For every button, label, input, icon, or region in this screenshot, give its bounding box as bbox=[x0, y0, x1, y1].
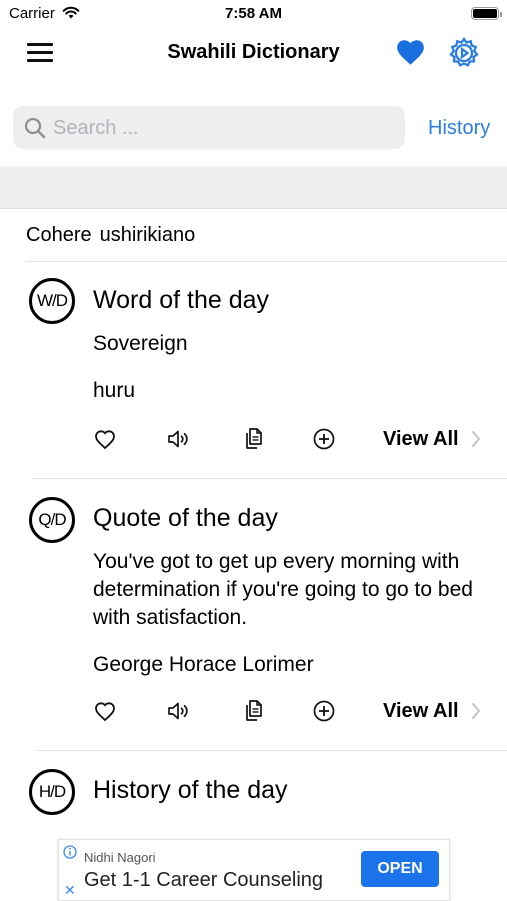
clock: 7:58 AM bbox=[225, 5, 282, 22]
word-of-day-title: Word of the day bbox=[93, 286, 270, 314]
nav-bar: Swahili Dictionary bbox=[0, 28, 507, 78]
recent-lookup[interactable]: Cohere ushirikiano bbox=[26, 224, 195, 247]
search-icon bbox=[24, 117, 46, 139]
word-of-day-view-all[interactable]: View All bbox=[383, 428, 459, 451]
quote-of-day-quote: You've got to get up every morning with … bbox=[93, 550, 473, 629]
history-of-day-card: H/D History of the day bbox=[0, 751, 507, 831]
favorite-heart-icon[interactable] bbox=[92, 426, 118, 452]
section-divider-band bbox=[0, 166, 507, 209]
word-of-day-actions: View All bbox=[0, 426, 507, 456]
history-of-day-badge: H/D bbox=[29, 769, 75, 815]
word-of-day-word: Sovereign bbox=[93, 332, 188, 355]
ad-title: Get 1-1 Career Counseling bbox=[84, 869, 324, 891]
word-of-day-translation: huru bbox=[93, 379, 136, 402]
history-link[interactable]: History bbox=[428, 117, 490, 140]
ad-advertiser: Nidhi Nagori bbox=[84, 850, 156, 865]
quote-of-day-author: George Horace Lorimer bbox=[93, 653, 314, 676]
recent-english-word: Cohere bbox=[26, 224, 92, 246]
search-row: History bbox=[0, 106, 507, 150]
search-bar[interactable] bbox=[13, 106, 405, 149]
ad-info-icon[interactable] bbox=[63, 845, 77, 859]
favorite-heart-icon[interactable] bbox=[92, 698, 118, 724]
favorites-heart-icon[interactable] bbox=[395, 38, 426, 66]
add-circle-icon[interactable] bbox=[311, 426, 337, 452]
speaker-icon[interactable] bbox=[166, 698, 192, 724]
quote-of-day-badge: Q/D bbox=[29, 497, 75, 543]
word-of-day-card: W/D Word of the day Sovereign huru View … bbox=[0, 262, 507, 477]
quote-of-day-title: Quote of the day bbox=[93, 504, 278, 532]
chevron-right-icon bbox=[472, 703, 481, 719]
copy-icon[interactable] bbox=[241, 698, 267, 724]
search-input[interactable] bbox=[51, 112, 395, 144]
settings-gear-icon[interactable] bbox=[447, 36, 481, 70]
speaker-icon[interactable] bbox=[166, 426, 192, 452]
word-of-day-badge: W/D bbox=[29, 278, 75, 324]
chevron-right-icon bbox=[472, 431, 481, 447]
quote-of-day-card: Q/D Quote of the day You've got to get u… bbox=[0, 479, 507, 749]
ad-close-icon[interactable]: ✕ bbox=[64, 882, 76, 899]
quote-of-day-view-all[interactable]: View All bbox=[383, 700, 459, 723]
history-of-day-title: History of the day bbox=[93, 776, 288, 804]
quote-of-day-actions: View All bbox=[0, 698, 507, 728]
recent-swahili-word: ushirikiano bbox=[99, 224, 196, 246]
copy-icon[interactable] bbox=[241, 426, 267, 452]
battery-icon bbox=[471, 7, 502, 20]
ad-banner[interactable]: ✕ Nidhi Nagori Get 1-1 Career Counseling… bbox=[58, 839, 450, 901]
ad-open-button[interactable]: OPEN bbox=[361, 851, 439, 887]
page-title: Swahili Dictionary bbox=[167, 41, 340, 63]
status-bar: Carrier 7:58 AM bbox=[0, 0, 507, 28]
add-circle-icon[interactable] bbox=[311, 698, 337, 724]
